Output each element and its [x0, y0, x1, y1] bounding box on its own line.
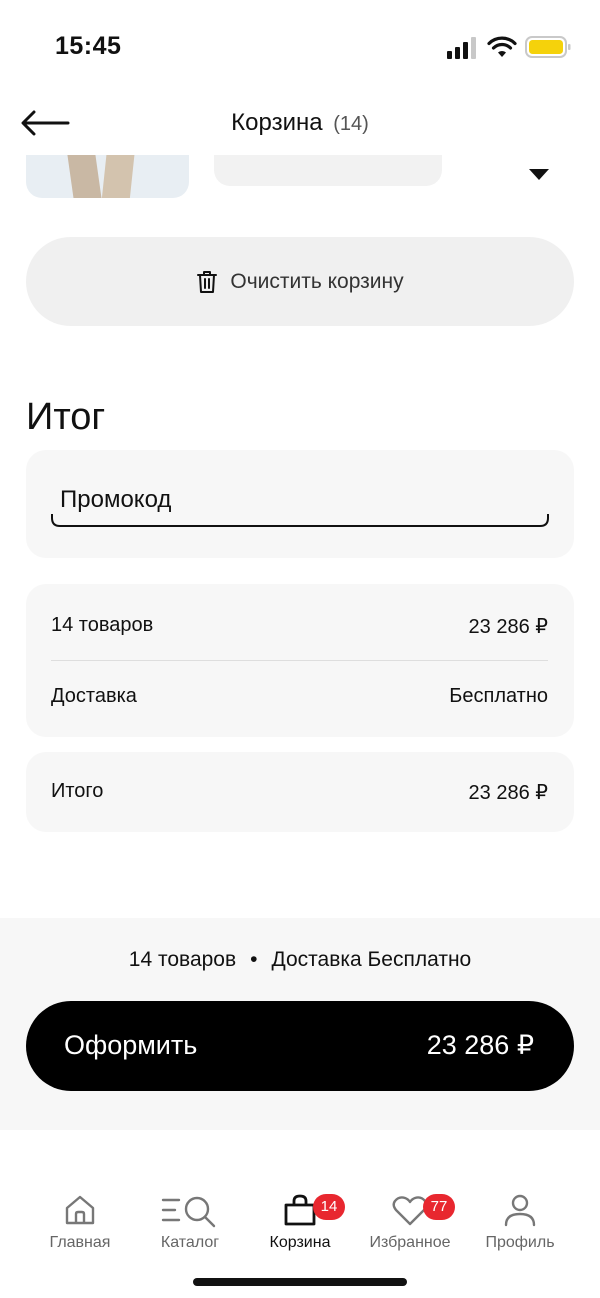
cart-badge: 14	[313, 1194, 345, 1220]
catalog-search-icon	[161, 1196, 216, 1228]
page-title-text: Корзина	[231, 109, 323, 136]
promo-code-input[interactable]: Промокод	[50, 480, 550, 528]
signal-icon	[447, 37, 476, 59]
delivery-label: Доставка	[51, 685, 137, 707]
cart-count: (14)	[333, 113, 369, 135]
summary-title: Итог	[26, 396, 106, 438]
items-label: 14 товаров	[51, 614, 154, 636]
clear-cart-button[interactable]: Очистить корзину	[26, 237, 574, 326]
home-indicator	[193, 1278, 407, 1286]
nav-label-home: Главная	[49, 1234, 111, 1251]
wifi-icon	[487, 36, 517, 57]
nav-item-home[interactable]: Главная	[25, 1180, 135, 1270]
items-row: 14 товаров 23 286 ₽	[51, 614, 548, 639]
checkout-items-count: 14 товаров	[128, 948, 237, 971]
grand-total-card: Итого 23 286 ₽	[26, 752, 574, 832]
trash-icon	[197, 270, 218, 293]
delivery-value: Бесплатно	[449, 685, 548, 707]
clear-cart-label: Очистить корзину	[230, 269, 404, 293]
profile-icon	[504, 1194, 536, 1227]
total-label: Итого	[51, 780, 104, 802]
checkout-button-label: Оформить	[64, 1030, 198, 1060]
home-icon	[65, 1195, 95, 1225]
divider	[51, 660, 548, 661]
delivery-row: Доставка Бесплатно	[51, 685, 548, 708]
checkout-button[interactable]: Оформить 23 286 ₽	[26, 1001, 574, 1091]
nav-item-favorites[interactable]: Избранное 77	[355, 1180, 465, 1270]
separator-dot: •	[250, 948, 258, 971]
chevron-down-icon[interactable]	[528, 168, 550, 182]
bottom-nav: Главная Каталог Корзина 14 Избранное 77 …	[0, 1180, 600, 1270]
status-bar: 15:45	[0, 0, 600, 95]
promo-card: Промокод	[26, 450, 574, 558]
page-title: Корзина (14)	[0, 109, 600, 137]
nav-item-profile[interactable]: Профиль	[465, 1180, 575, 1270]
nav-label-favorites: Избранное	[369, 1234, 451, 1251]
page-header: Корзина (14)	[0, 95, 600, 155]
total-row: Итого 23 286 ₽	[51, 780, 548, 805]
nav-item-cart[interactable]: Корзина 14	[245, 1180, 355, 1270]
favorites-badge: 77	[423, 1194, 455, 1220]
total-price: 23 286 ₽	[468, 782, 548, 804]
nav-label-cart: Корзина	[269, 1234, 331, 1251]
checkout-panel: 14 товаров • Доставка Бесплатно Оформить 2…	[0, 918, 600, 1130]
status-time: 15:45	[55, 32, 122, 60]
nav-label-catalog: Каталог	[160, 1234, 220, 1251]
promo-underline	[51, 514, 549, 527]
checkout-info: 14 товаров • Доставка Бесплатно	[0, 948, 600, 972]
checkout-delivery: Доставка Бесплатно	[271, 948, 472, 971]
nav-label-profile: Профиль	[485, 1234, 555, 1251]
totals-card: 14 товаров 23 286 ₽ Доставка Бесплатно	[26, 584, 574, 737]
checkout-button-price: 23 286 ₽	[426, 1030, 534, 1060]
items-price: 23 286 ₽	[468, 616, 548, 638]
nav-item-catalog[interactable]: Каталог	[135, 1180, 245, 1270]
battery-icon	[525, 36, 571, 58]
